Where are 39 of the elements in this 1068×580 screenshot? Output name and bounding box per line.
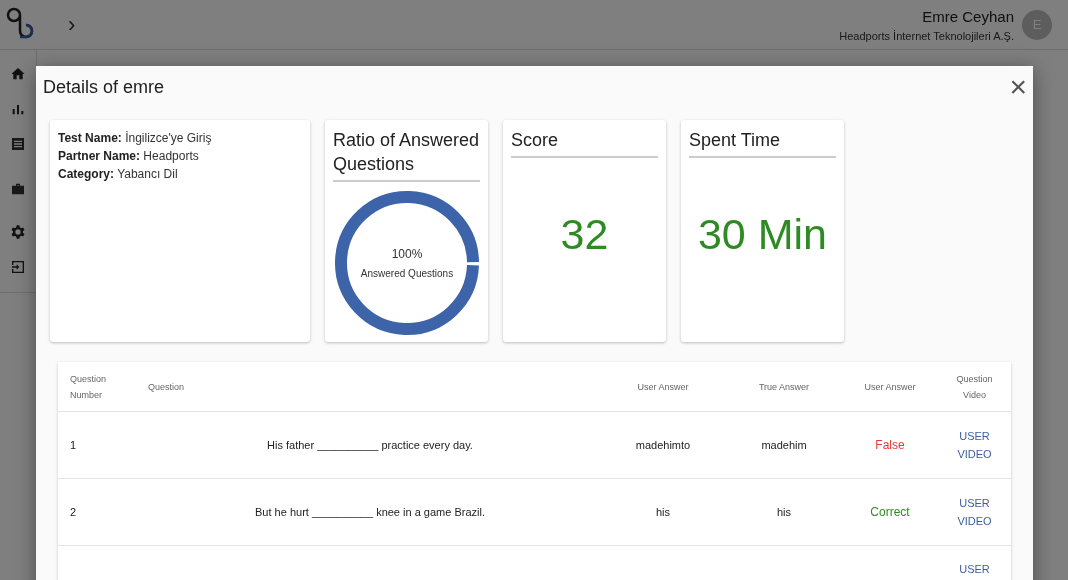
table-cell: 2	[70, 506, 77, 518]
donut-caption: Answered Questions	[360, 268, 454, 279]
column-header: Question	[147, 380, 186, 394]
result-label: Correct	[870, 505, 910, 519]
table-cell: his	[776, 506, 792, 518]
table-cell: madehimto	[635, 439, 691, 451]
company-name: Headports İnternet Teknolojileri A.Ş.	[839, 29, 1014, 42]
settings-icon[interactable]	[10, 224, 26, 240]
table-cell: But he hurt __________ knee in a game Brazil.	[255, 506, 485, 518]
column-header: True Answer	[757, 380, 811, 394]
table-cell: 1	[70, 439, 77, 451]
spent-time-value: 30 Min	[696, 210, 829, 259]
card-title: Score	[511, 128, 658, 158]
table-cell: madehim	[761, 439, 807, 451]
user-video-link[interactable]: USER VIDEO	[957, 494, 992, 530]
column-header: Question Video	[955, 372, 994, 402]
info-line: Partner Name: Headports	[58, 148, 200, 165]
column-header: Question Number	[69, 372, 108, 402]
info-line: Test Name: İngilizce'ye Giriş	[58, 130, 213, 147]
score-value: 32	[559, 210, 610, 259]
card-title: Ratio of Answered Questions	[333, 128, 480, 182]
close-button[interactable]: ×	[1007, 72, 1029, 102]
card-title: Spent Time	[689, 128, 836, 158]
table-cell: His father __________ practice every day.	[267, 439, 473, 451]
user-video-link[interactable]: USER VIDEO	[957, 427, 992, 463]
home-icon[interactable]	[10, 66, 26, 82]
user-name: Emre Ceyhan	[922, 7, 1014, 25]
result-label: False	[875, 438, 905, 452]
info-line: Category: Yabancı Dil	[58, 166, 179, 183]
column-header: User Answer	[636, 380, 690, 394]
expand-chevron[interactable]: ›	[68, 11, 76, 38]
table-cell: his	[655, 506, 671, 518]
dialog-title: Details of emre	[43, 76, 165, 98]
list-icon[interactable]	[10, 136, 26, 152]
briefcase-icon[interactable]	[10, 181, 26, 197]
user-video-link[interactable]: USER	[959, 560, 990, 578]
percent-label: 100%	[391, 247, 423, 261]
column-header: User Answer	[863, 380, 917, 394]
logout-icon[interactable]	[10, 259, 26, 275]
